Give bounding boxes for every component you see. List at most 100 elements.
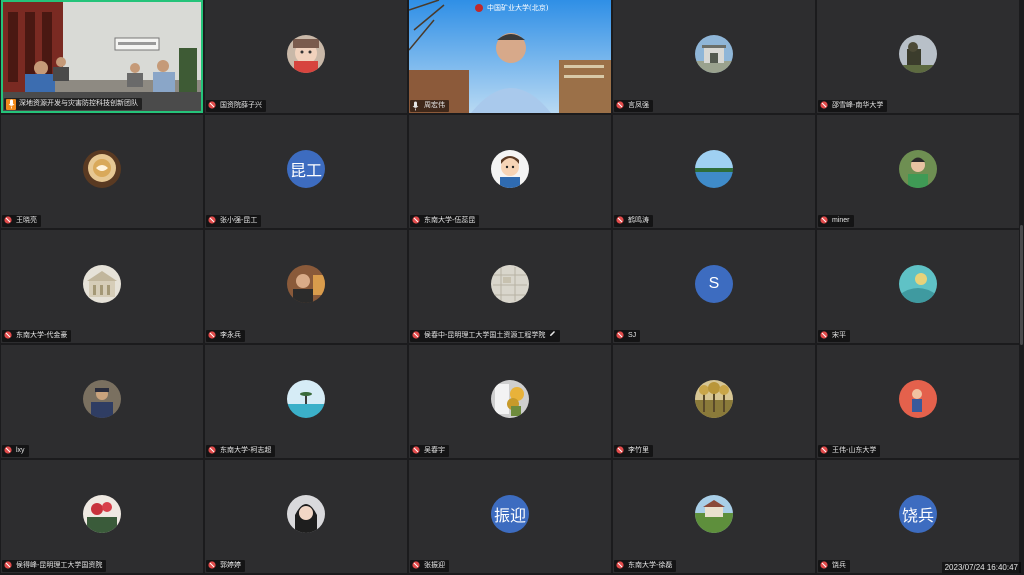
participant-name: 张振迎 (424, 562, 445, 569)
participant-tile[interactable]: 宋平 (817, 230, 1019, 343)
banner-title: 中国矿业大学(北京) (487, 4, 549, 12)
participant-tile[interactable]: 侯得峰-昆明理工大学国资院 (1, 460, 203, 573)
participant-name-label: 王伟-山东大学 (818, 445, 881, 457)
mic-muted-icon (616, 331, 625, 341)
avatar (287, 34, 325, 73)
participant-name: miner (832, 217, 850, 224)
participant-tile[interactable]: 言凤强 (613, 0, 815, 113)
participant-name-label: 鹤鸣涛 (614, 215, 653, 227)
participant-tile[interactable]: 鹤鸣涛 (613, 115, 815, 228)
participant-video: 中国矿业大学(北京) (409, 0, 611, 113)
participant-tile[interactable]: 王晓亮 (1, 115, 203, 228)
avatar (287, 264, 325, 303)
mic-icon (412, 101, 421, 111)
participant-name: 东南大学-伍蕊昆 (424, 217, 476, 224)
mic-muted-icon (208, 561, 217, 571)
mic-muted-icon (820, 446, 829, 456)
mic-muted-icon (412, 446, 421, 456)
participant-name: 侯得峰-昆明理工大学国资院 (16, 562, 103, 569)
participant-tile[interactable]: 振迎张振迎 (409, 460, 611, 573)
avatar (491, 264, 529, 303)
participant-tile[interactable]: lxy (1, 345, 203, 458)
mic-muted-icon (412, 331, 421, 341)
mic-active-icon (6, 98, 16, 110)
avatar: 饶兵 (899, 494, 937, 533)
participant-name-label: 李竹里 (614, 445, 653, 457)
avatar: S (695, 264, 733, 303)
avatar (695, 149, 733, 188)
avatar (899, 379, 937, 418)
participant-tile[interactable]: 东南大学-伍蕊昆 (409, 115, 611, 228)
participant-name: 王晓亮 (16, 217, 37, 224)
participant-name-label: 吴春宇 (410, 445, 449, 457)
participant-tile[interactable]: 邵雪峰-南华大学 (817, 0, 1019, 113)
participant-name: SJ (628, 332, 637, 339)
mic-muted-icon (616, 216, 625, 226)
participant-tile[interactable]: 东南大学-代金豪 (1, 230, 203, 343)
participant-name-label: 张小强-昆工 (206, 215, 262, 227)
avatar (287, 494, 325, 533)
participant-name-label: 东南大学-代金豪 (2, 330, 72, 342)
mic-muted-icon (412, 216, 421, 226)
participant-tile[interactable]: 侯春中-昆明理工大学国土资源工程学院 (409, 230, 611, 343)
mic-muted-icon (208, 446, 217, 456)
participant-name-label: lxy (2, 445, 29, 457)
participant-tile[interactable]: 昆工 张小强-昆工 (205, 115, 407, 228)
participant-name: 鹤鸣涛 (628, 217, 649, 224)
participant-tile[interactable]: 深地资源开发与灾害防控科技创新团队 (1, 0, 203, 113)
timestamp: 2023/07/24 16:40:47 (941, 562, 1021, 573)
participant-name-label: 言凤强 (614, 100, 653, 112)
participant-name: 侯春中-昆明理工大学国土资源工程学院 (424, 332, 546, 339)
avatar (899, 149, 937, 188)
mic-muted-icon (208, 101, 217, 111)
participant-name: 国资院薛子兴 (220, 102, 262, 109)
mic-muted-icon (820, 331, 829, 341)
participant-name: 东南大学-柯志超 (220, 447, 272, 454)
participant-name: 东南大学-徐磊 (628, 562, 673, 569)
participant-name-label: 李永兵 (206, 330, 245, 342)
avatar (695, 379, 733, 418)
scrollbar[interactable] (1020, 225, 1023, 345)
participant-name-label: miner (818, 215, 854, 227)
participant-name-label: 张振迎 (410, 560, 449, 572)
avatar (695, 494, 733, 533)
participant-tile[interactable]: 李竹里 (613, 345, 815, 458)
participant-name-label: 王晓亮 (2, 215, 41, 227)
mic-muted-icon (208, 216, 217, 226)
video-grid: 深地资源开发与灾害防控科技创新团队 国资院薛子兴 中国矿业大学(北京) 周宏伟 言凤强 邵… (0, 0, 1024, 575)
avatar (899, 264, 937, 303)
participant-name: 李永兵 (220, 332, 241, 339)
participant-name-label: 国资院薛子兴 (206, 100, 266, 112)
participant-tile[interactable]: S SJ (613, 230, 815, 343)
participant-name-label: 宋平 (818, 330, 850, 342)
participant-name-label: 东南大学-柯志超 (206, 445, 276, 457)
participant-name: 吴春宇 (424, 447, 445, 454)
participant-tile[interactable]: 李永兵 (205, 230, 407, 343)
avatar (83, 264, 121, 303)
participant-tile[interactable]: 东南大学-徐磊 (613, 460, 815, 573)
participant-name: 张小强-昆工 (220, 217, 258, 224)
participant-name-label: 深地资源开发与灾害防控科技创新团队 (4, 98, 142, 110)
participant-name-label: 侯得峰-昆明理工大学国资院 (2, 560, 107, 572)
participant-tile[interactable]: 中国矿业大学(北京) 周宏伟 (409, 0, 611, 113)
avatar (83, 494, 121, 533)
avatar: 振迎 (491, 494, 529, 533)
mic-muted-icon (820, 216, 829, 226)
mic-muted-icon (208, 331, 217, 341)
participant-name-label: SJ (614, 330, 641, 342)
participant-tile[interactable]: 吴春宇 (409, 345, 611, 458)
participant-tile[interactable]: 东南大学-柯志超 (205, 345, 407, 458)
participant-tile[interactable]: 王伟-山东大学 (817, 345, 1019, 458)
mic-muted-icon (4, 446, 13, 456)
mic-muted-icon (412, 561, 421, 571)
participant-tile[interactable]: 郭婷婷 (205, 460, 407, 573)
participant-name: 深地资源开发与灾害防控科技创新团队 (19, 100, 138, 107)
participant-tile[interactable]: 国资院薛子兴 (205, 0, 407, 113)
avatar (83, 149, 121, 188)
participant-name-label: 饶兵 (818, 560, 850, 572)
participant-name-label: 周宏伟 (410, 100, 449, 112)
mic-muted-icon (616, 561, 625, 571)
participant-tile[interactable]: 饶兵 饶兵 (817, 460, 1019, 573)
participant-tile[interactable]: miner (817, 115, 1019, 228)
mic-muted-icon (616, 446, 625, 456)
